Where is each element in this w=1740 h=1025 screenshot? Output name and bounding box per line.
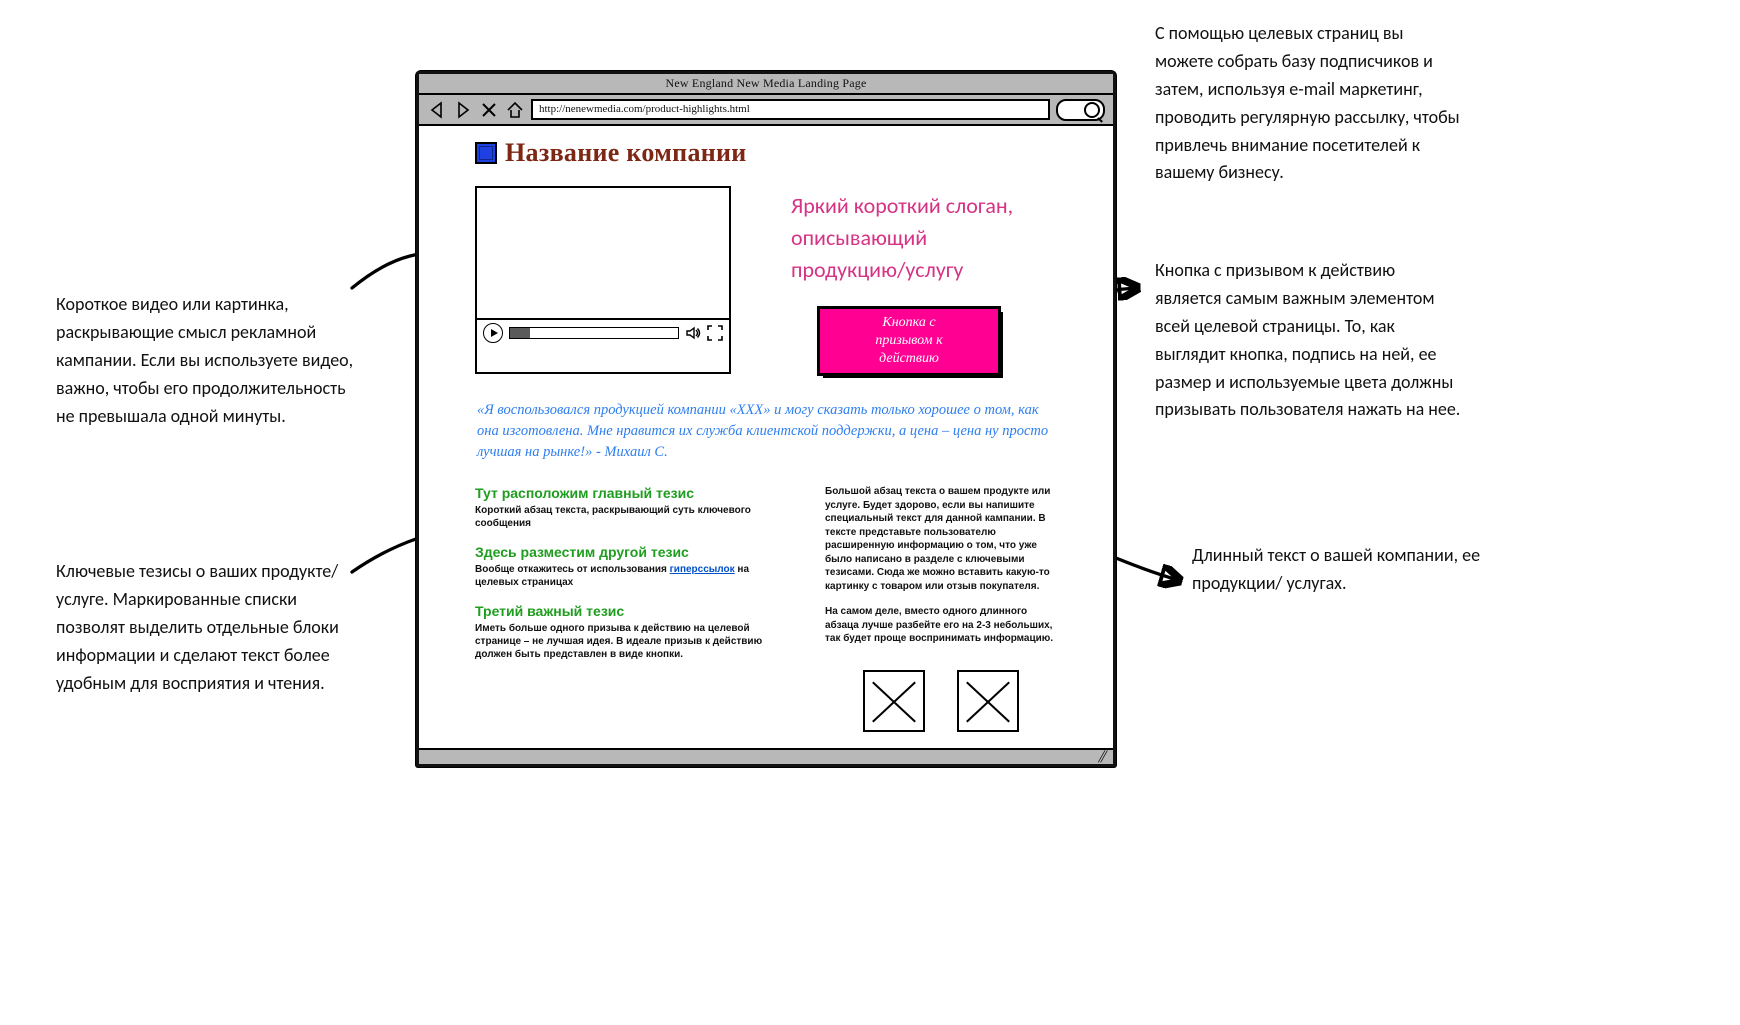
browser-toolbar: http://nenewmedia.com/product-highlights… [419,95,1113,126]
volume-icon[interactable] [685,325,701,341]
thesis-3-body: Иметь больше одного призыва к действию н… [475,622,765,661]
diagram-canvas: С помощью целевых страниц вы можете собр… [0,0,1740,1025]
annotation-theses: Ключевые тезисы о ваших продукте/услуге.… [56,558,366,697]
annotation-subscribe: С помощью целевых страниц вы можете собр… [1155,20,1465,187]
annotation-video: Короткое видео или картинка, раскрывающи… [56,291,366,430]
annotation-cta: Кнопка с призывом к действию является са… [1155,257,1465,424]
landing-page: Название компании Яркий короткий слоган,… [419,126,1113,750]
longtext-column: Большой абзац текста о вашем продукте ил… [825,485,1057,732]
annotation-longtext: Длинный текст о вашей компании, ее проду… [1192,542,1502,598]
logo-icon [475,142,497,164]
thesis-1-body: Короткий абзац текста, раскрывающий суть… [475,504,765,530]
browser-wireframe: New England New Media Landing Page http:… [416,71,1116,767]
browser-statusbar: ⫽ [419,748,1113,764]
back-icon[interactable] [427,100,447,120]
thesis-2: Здесь разместим другой тезис Вообще отка… [475,544,765,589]
play-icon[interactable] [483,323,503,343]
slogan: Яркий короткий слоган, описывающий проду… [791,190,1041,286]
fullscreen-icon[interactable] [707,325,723,341]
browser-title: New England New Media Landing Page [419,74,1113,95]
video-player[interactable] [475,186,731,374]
stop-icon[interactable] [479,100,499,120]
thesis-2-title: Здесь разместим другой тезис [475,544,765,560]
cta-button[interactable]: Кнопка с призывом к действию [819,308,999,375]
url-bar[interactable]: http://nenewmedia.com/product-highlights… [531,99,1050,120]
thesis-3-title: Третий важный тезис [475,603,765,619]
thesis-3: Третий важный тезис Иметь больше одного … [475,603,765,661]
thesis-1-title: Тут расположим главный тезис [475,485,765,501]
company-name: Название компании [505,138,747,168]
search-pill[interactable] [1056,99,1105,121]
hyperlinks-link[interactable]: гиперссылок [670,564,735,575]
image-placeholder-icon [957,670,1019,732]
resize-grip-icon[interactable]: ⫽ [1098,751,1112,765]
long-paragraph-2: На самом деле, вместо одного длинного аб… [825,605,1057,646]
video-controls [477,320,729,346]
image-placeholder-icon [863,670,925,732]
home-icon[interactable] [505,100,525,120]
cta-line2: призывом к действию [875,333,942,366]
forward-icon[interactable] [453,100,473,120]
cta-line1: Кнопка с [882,315,935,330]
thesis-1: Тут расположим главный тезис Короткий аб… [475,485,765,530]
search-icon [1084,102,1100,118]
thesis-2-body: Вообще откажитесь от использования гипер… [475,563,765,589]
video-canvas [477,188,729,320]
long-paragraph-1: Большой абзац текста о вашем продукте ил… [825,485,1057,593]
video-progress[interactable] [509,327,679,339]
testimonial-quote: «Я воспользовался продукцией компании «X… [477,400,1057,463]
company-header: Название компании [475,138,1057,168]
theses-column: Тут расположим главный тезис Короткий аб… [475,485,765,732]
